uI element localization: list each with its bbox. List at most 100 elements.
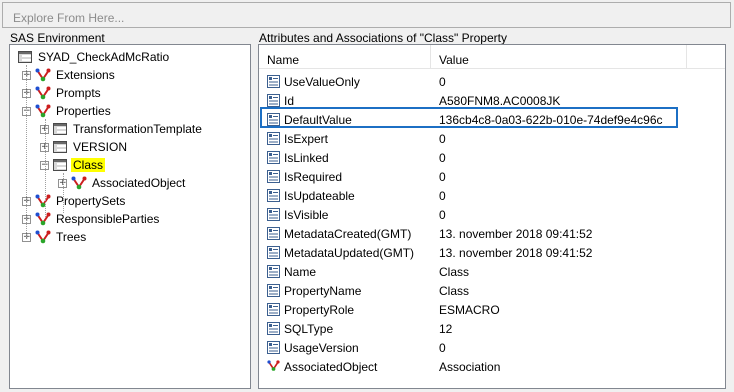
property-name: IsVisible xyxy=(284,208,329,222)
grid-header: Name Value xyxy=(259,45,725,69)
attribute-icon xyxy=(267,284,280,297)
property-value: Association xyxy=(439,360,501,374)
tree-item-label: Prompts xyxy=(56,86,101,100)
property-value: 13. november 2018 09:41:52 xyxy=(439,246,593,260)
table-icon xyxy=(18,51,32,63)
property-value: 12 xyxy=(439,322,453,336)
association-icon xyxy=(35,86,51,100)
grid-row-associatedobject[interactable]: AssociatedObject Association xyxy=(259,357,719,376)
grid-row-propertyname[interactable]: PropertyName Class xyxy=(259,281,719,300)
tree-item-label: Class xyxy=(71,158,106,172)
property-name: Id xyxy=(284,94,295,108)
property-value: 0 xyxy=(439,208,446,222)
association-icon xyxy=(35,68,51,82)
tree-item-label: Properties xyxy=(56,104,111,118)
column-header-name[interactable]: Name xyxy=(267,53,299,67)
column-header-value[interactable]: Value xyxy=(439,53,469,67)
property-value: 0 xyxy=(439,75,446,89)
tree-item-syad_checkadmcratio[interactable]: SYAD_CheckAdMcRatio xyxy=(18,48,171,66)
table-icon xyxy=(53,123,67,135)
attribute-icon xyxy=(267,132,280,145)
tree-item-label: PropertySets xyxy=(56,194,126,208)
property-name: UsageVersion xyxy=(284,341,359,355)
property-value: ESMACRO xyxy=(439,303,500,317)
tree-item-label: ResponsibleParties xyxy=(56,212,160,226)
grid-row-islinked[interactable]: IsLinked 0 xyxy=(259,148,719,167)
property-name: IsUpdateable xyxy=(284,189,355,203)
grid-row-isexpert[interactable]: IsExpert 0 xyxy=(259,129,719,148)
property-name: IsLinked xyxy=(284,151,329,165)
left-pane-title: SAS Environment xyxy=(10,31,105,45)
attributes-grid[interactable]: Name Value UseValueOnly 0 Id A580FNM8.AC000… xyxy=(258,44,726,389)
tree-item-trees[interactable]: + Trees xyxy=(22,228,88,246)
tree-item-extensions[interactable]: + Extensions xyxy=(22,66,117,84)
property-value: Class xyxy=(439,265,470,279)
grid-row-name[interactable]: Name Class xyxy=(259,262,719,281)
association-icon xyxy=(35,230,51,244)
tree-item-transformationtemplate[interactable]: + TransformationTemplate xyxy=(40,120,204,138)
grid-row-isvisible[interactable]: IsVisible 0 xyxy=(259,205,719,224)
association-icon xyxy=(267,360,280,373)
property-value: A580FNM8.AC0008JK xyxy=(439,94,561,108)
property-value: 13. november 2018 09:41:52 xyxy=(439,227,593,241)
tree-item-associatedobject[interactable]: + AssociatedObject xyxy=(58,174,187,192)
property-name: SQLType xyxy=(284,322,334,336)
attribute-icon xyxy=(267,170,280,183)
attribute-icon xyxy=(267,341,280,354)
property-name: IsRequired xyxy=(284,170,343,184)
tree-item-label: SYAD_CheckAdMcRatio xyxy=(38,50,170,64)
property-name: MetadataUpdated(GMT) xyxy=(284,246,415,260)
grid-row-id[interactable]: Id A580FNM8.AC0008JK xyxy=(259,91,719,110)
tree-item-properties[interactable]: − Properties xyxy=(22,102,113,120)
property-value: 0 xyxy=(439,151,446,165)
metadata-tree[interactable]: SYAD_CheckAdMcRatio + Extensions + Prompts − P… xyxy=(9,44,251,389)
tree-connector-line xyxy=(45,119,46,217)
right-pane-title: Attributes and Associations of "Class" P… xyxy=(259,31,507,45)
attribute-icon xyxy=(267,246,280,259)
column-divider[interactable] xyxy=(430,45,431,69)
attribute-icon xyxy=(267,113,280,126)
attribute-icon xyxy=(267,189,280,202)
grid-row-defaultvalue[interactable]: DefaultValue 136cb4c8-0a03-622b-010e-74de… xyxy=(259,110,719,129)
tree-item-class[interactable]: − Class xyxy=(40,156,106,174)
property-value: 136cb4c8-0a03-622b-010e-74def9e4c96c xyxy=(439,113,663,127)
property-name: PropertyName xyxy=(284,284,362,298)
property-name: MetadataCreated(GMT) xyxy=(284,227,412,241)
association-icon xyxy=(35,104,51,118)
tree-item-label: TransformationTemplate xyxy=(73,122,202,136)
tree-item-label: AssociatedObject xyxy=(92,176,186,190)
column-divider[interactable] xyxy=(686,45,687,69)
grid-row-sqltype[interactable]: SQLType 12 xyxy=(259,319,719,338)
tree-item-version[interactable]: + VERSION xyxy=(40,138,129,156)
grid-row-propertyrole[interactable]: PropertyRole ESMACRO xyxy=(259,300,719,319)
tree-item-responsibleparties[interactable]: + ResponsibleParties xyxy=(22,210,161,228)
tree-item-label: VERSION xyxy=(73,140,128,154)
explore-from-here-input[interactable]: Explore From Here... xyxy=(2,2,731,28)
grid-row-isrequired[interactable]: IsRequired 0 xyxy=(259,167,719,186)
grid-row-metadataupdated-gmt[interactable]: MetadataUpdated(GMT) 13. november 2018 09… xyxy=(259,243,719,262)
attribute-icon xyxy=(267,322,280,335)
tree-connector-line xyxy=(26,65,27,237)
property-value: 0 xyxy=(439,132,446,146)
property-value: 0 xyxy=(439,189,446,203)
tree-item-label: Trees xyxy=(56,230,87,244)
property-value: Class xyxy=(439,284,470,298)
grid-row-usageversion[interactable]: UsageVersion 0 xyxy=(259,338,719,357)
property-value: 0 xyxy=(439,170,446,184)
grid-row-metadatacreated-gmt[interactable]: MetadataCreated(GMT) 13. november 2018 09… xyxy=(259,224,719,243)
table-icon xyxy=(53,141,67,153)
tree-item-prompts[interactable]: + Prompts xyxy=(22,84,103,102)
attribute-icon xyxy=(267,303,280,316)
attribute-icon xyxy=(267,208,280,221)
property-name: IsExpert xyxy=(284,132,329,146)
property-name: AssociatedObject xyxy=(284,360,378,374)
tree-item-propertysets[interactable]: + PropertySets xyxy=(22,192,127,210)
attribute-icon xyxy=(267,75,280,88)
property-name: PropertyRole xyxy=(284,303,355,317)
attribute-icon xyxy=(267,265,280,278)
property-name: Name xyxy=(284,265,317,279)
grid-row-isupdateable[interactable]: IsUpdateable 0 xyxy=(259,186,719,205)
grid-row-usevalueonly[interactable]: UseValueOnly 0 xyxy=(259,72,719,91)
property-value: 0 xyxy=(439,341,446,355)
association-icon xyxy=(71,176,87,190)
